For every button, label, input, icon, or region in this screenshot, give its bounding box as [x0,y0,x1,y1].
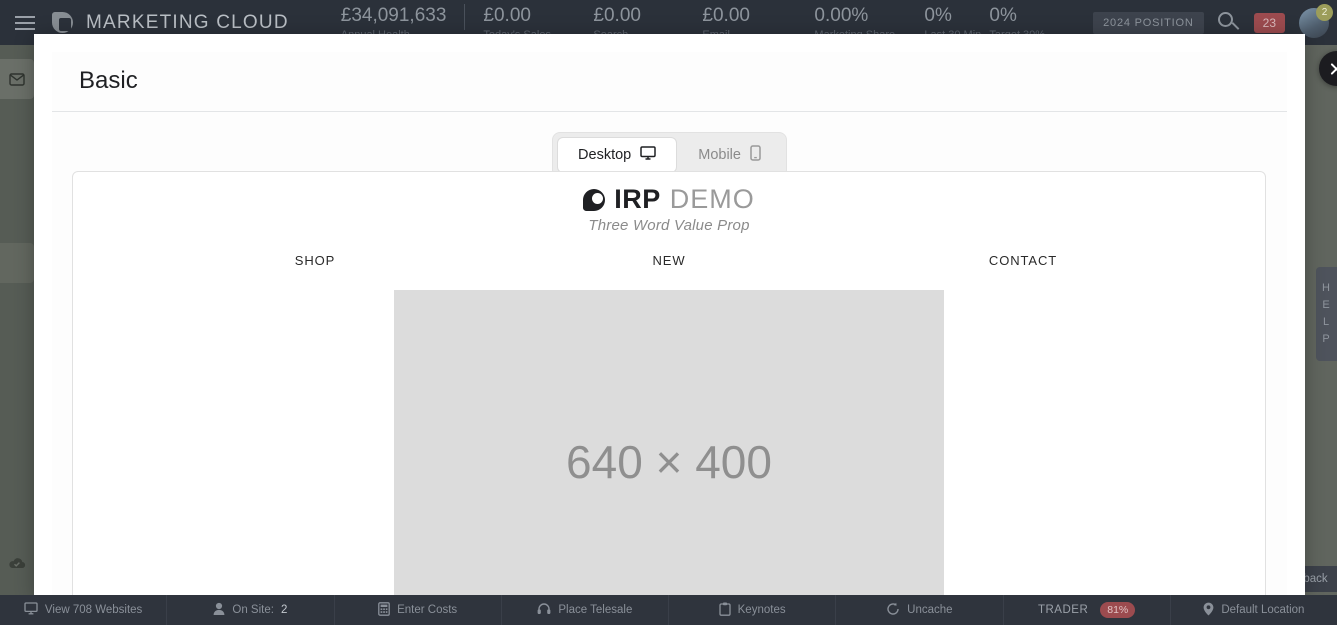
refresh-icon [886,602,900,619]
help-letter: L [1322,316,1331,328]
calculator-icon [378,601,390,619]
status-bar: View 708 Websites On Site: 2 Enter Costs… [0,595,1337,625]
statusbar-item-keynotes[interactable]: Keynotes [669,595,837,625]
help-tab[interactable]: H E L P [1316,267,1337,361]
stat-value: £0.00 [483,5,531,26]
logo-primary-text: IRP [614,184,661,214]
preview-site-logo: IRP DEMO Three Word Value Prop [73,172,1265,234]
stat-value: £0.00 [593,5,641,26]
page-title: Basic [52,52,1287,112]
brand[interactable]: MARKETING CLOUD [52,11,289,35]
location-pin-icon [1203,602,1214,619]
stat-value: £34,091,633 [340,5,447,26]
device-toggle-row: Desktop Mobile [52,112,1287,178]
logo-secondary-text: DEMO [669,184,755,214]
monitor-icon [24,602,38,618]
avatar[interactable]: 2 [1299,3,1333,38]
stat-value: 0% [989,5,1017,26]
nav-link-new[interactable]: NEW [492,253,846,268]
statusbar-item-uncache[interactable]: Uncache [836,595,1004,625]
statusbar-label: Uncache [907,604,953,616]
help-letter: E [1322,299,1331,311]
statusbar-label: Enter Costs [397,604,458,616]
app-window: MARKETING CLOUD £34,091,633 Annual Healt… [0,0,1337,625]
user-icon [213,602,225,618]
nav-link-contact[interactable]: CONTACT [846,253,1200,268]
help-letter: P [1322,333,1331,345]
brand-name: MARKETING CLOUD [86,11,289,33]
statusbar-item-view-websites[interactable]: View 708 Websites [0,595,168,625]
sidebar-item-mail[interactable] [0,59,34,99]
hero-image-placeholder: 640 × 400 [394,290,944,625]
tab-desktop[interactable]: Desktop [557,137,678,173]
stat-value: £0.00 [702,5,750,26]
preview-viewport[interactable]: IRP DEMO Three Word Value Prop SHOP NEW … [72,171,1266,625]
smartphone-icon [750,145,761,165]
position-pill[interactable]: 2024 POSITION [1093,11,1204,34]
left-sidebar [0,45,34,617]
statusbar-value: 2 [280,604,288,616]
preview-site-nav: SHOP NEW CONTACT [73,253,1265,268]
statusbar-label: Default Location [1221,604,1305,616]
avatar-badge: 2 [1316,3,1333,21]
sidebar-item-selected[interactable] [0,243,34,283]
statusbar-label: View 708 Websites [44,604,143,616]
statusbar-item-enter-costs[interactable]: Enter Costs [335,595,502,625]
statusbar-label: Keynotes [737,604,786,616]
tab-mobile[interactable]: Mobile [677,137,782,173]
status-badge: 81% [1100,602,1136,618]
headset-icon [537,602,551,618]
statusbar-label: On Site: [232,604,274,616]
statusbar-label: Place Telesale [558,604,633,616]
logo-tagline: Three Word Value Prop [588,217,750,234]
monitor-icon [640,146,656,164]
template-preview-modal: Basic Desktop Mobile IRP DEMO Three Word… [34,34,1337,625]
statusbar-item-on-site[interactable]: On Site: 2 [167,595,335,625]
search-icon[interactable] [1217,11,1240,34]
stat-value: 0% [924,5,952,26]
desktop-tab-label: Desktop [578,147,632,163]
mobile-tab-label: Mobile [698,147,741,163]
statusbar-item-trader[interactable]: TRADER 81% [1004,595,1171,625]
irp-logo-icon [583,188,606,211]
nav-link-shop[interactable]: SHOP [138,253,492,268]
stat-value: 0.00% [814,5,869,26]
brand-logo-icon [52,11,76,35]
envelope-icon [9,72,25,86]
divider [464,4,466,30]
statusbar-item-place-telesale[interactable]: Place Telesale [502,595,669,625]
statusbar-label: TRADER [1037,604,1089,616]
modal-body: Basic Desktop Mobile IRP DEMO Three Word… [52,52,1287,625]
clipboard-icon [718,602,731,619]
sidebar-item-cloud[interactable] [0,543,34,583]
help-letter: H [1322,282,1331,294]
cloud-check-icon [8,557,26,570]
statusbar-item-default-location[interactable]: Default Location [1171,595,1337,625]
notification-badge[interactable]: 23 [1253,12,1285,33]
